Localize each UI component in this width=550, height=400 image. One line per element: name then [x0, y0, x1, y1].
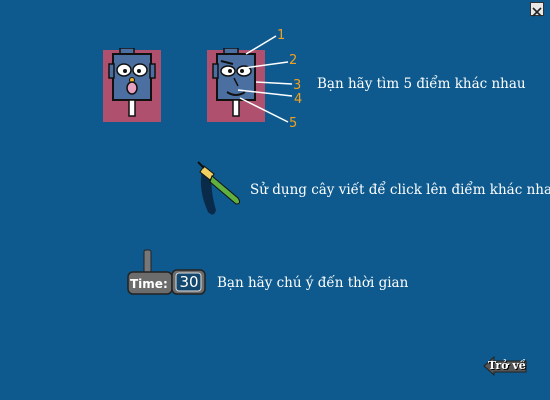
instruction-use-pen: Sử dụng cây viết để click lên điểm khác … [250, 182, 550, 198]
marker-number-5: 5 [289, 116, 298, 131]
timer-widget: Time: 30 [127, 248, 207, 296]
pen-icon [197, 161, 241, 215]
close-button[interactable] [530, 2, 544, 17]
instruction-watch-time: Bạn hãy chú ý đến thời gian [217, 275, 409, 291]
back-button-label: Trở về [488, 359, 526, 372]
instruction-find-differences: Bạn hãy tìm 5 điểm khác nhau [317, 76, 526, 92]
close-icon [532, 7, 542, 17]
timer-value: 30 [179, 273, 199, 291]
robot-face-original [103, 48, 161, 122]
marker-number-3: 3 [293, 78, 302, 93]
difference-marker-lines [237, 35, 293, 123]
back-button[interactable]: Trở về [482, 356, 528, 376]
marker-number-4: 4 [294, 92, 303, 107]
timer-label: Time: [130, 277, 168, 291]
marker-number-1: 1 [277, 28, 286, 43]
marker-number-2: 2 [289, 53, 298, 68]
